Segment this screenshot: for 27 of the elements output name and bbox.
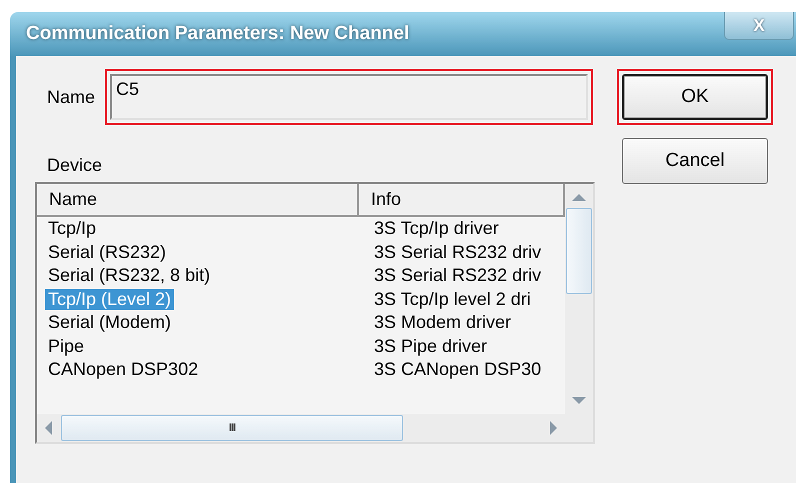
dialog-button[interactable]: OK xyxy=(622,74,768,120)
table-cell-text: 3S Modem driver xyxy=(373,312,512,334)
table-cell-text: 3S Pipe driver xyxy=(373,336,488,357)
scroll-down-icon[interactable] xyxy=(571,396,587,406)
list-item[interactable]: CANopen DSP302 xyxy=(45,359,202,380)
list-item[interactable]: Tcp/Ip xyxy=(45,218,100,240)
scroll-thumb[interactable] xyxy=(566,208,592,294)
name-field[interactable]: C5 xyxy=(110,74,588,120)
table-cell-text: 3S Serial RS232 driv xyxy=(373,265,542,286)
scroll-left-icon[interactable] xyxy=(43,420,53,436)
scroll-right-icon[interactable] xyxy=(549,420,559,436)
column-header[interactable]: Info xyxy=(359,184,565,217)
table-cell-text: 3S CANopen DSP30 xyxy=(373,359,542,380)
list-item[interactable]: Serial (RS232, 8 bit) xyxy=(45,265,214,286)
table-cell-text: 3S Tcp/Ip level 2 dri xyxy=(373,288,532,310)
section-label: Device xyxy=(47,155,104,176)
table-cell-text: 3S Serial RS232 driv xyxy=(373,242,542,263)
field-label: Name xyxy=(47,86,96,108)
scroll-up-icon[interactable] xyxy=(571,192,587,202)
scroll-thumb[interactable]: III xyxy=(61,415,403,441)
table-cell-text: 3S Tcp/Ip driver xyxy=(373,218,500,240)
list-item[interactable]: Serial (Modem) xyxy=(45,312,174,334)
list-item[interactable]: Pipe xyxy=(45,336,88,357)
dialog-button[interactable]: Cancel xyxy=(622,138,768,184)
column-header[interactable]: Name xyxy=(37,184,359,217)
list-item[interactable]: Serial (RS232) xyxy=(45,242,170,263)
window-title: Communication Parameters: New Channel xyxy=(25,23,410,45)
